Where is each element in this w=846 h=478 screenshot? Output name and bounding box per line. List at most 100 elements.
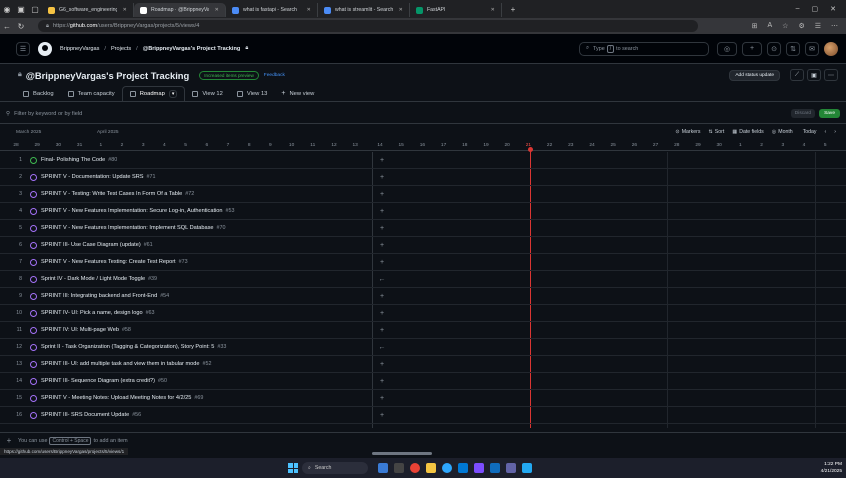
avatar[interactable] — [824, 41, 838, 56]
table-row[interactable]: 1 Final- Polishing The Code #80 — [0, 152, 846, 169]
crumb-project[interactable]: @BrippneyVargas's Project Tracking — [143, 46, 241, 52]
scroll-to-item-icon[interactable]: ← — [376, 271, 388, 288]
add-status-update-button[interactable]: Add status update — [729, 69, 780, 81]
favorite-icon[interactable]: ☆ — [782, 22, 788, 30]
item-title[interactable]: SPRINT III- SRS Document Update — [41, 412, 129, 418]
inbox-icon[interactable]: ✉ — [805, 41, 819, 56]
new-tab-button[interactable]: + — [506, 5, 520, 14]
add-dates-icon[interactable]: + — [376, 288, 388, 305]
item-title[interactable]: SPRINT III: Integrating backend and Fron… — [41, 293, 157, 299]
add-item-icon[interactable]: + — [0, 436, 18, 445]
preview-badge[interactable]: Increased items preview — [199, 70, 259, 80]
table-row[interactable]: 3 SPRINT V - Testing: Write Test Cases In… — [0, 186, 846, 203]
table-row[interactable]: 15 SPRINT V - Meeting Notes: Upload Meeti… — [0, 390, 846, 407]
edge-icon[interactable] — [442, 463, 452, 473]
scroll-to-item-icon[interactable]: ← — [376, 339, 388, 356]
add-dates-icon[interactable]: + — [376, 169, 388, 186]
vscode-icon[interactable] — [522, 463, 532, 473]
add-dates-icon[interactable]: + — [376, 373, 388, 390]
add-dates-icon[interactable]: + — [376, 390, 388, 407]
outlook-icon[interactable] — [490, 463, 500, 473]
add-dates-icon[interactable]: + — [376, 322, 388, 339]
add-dates-icon[interactable]: + — [376, 237, 388, 254]
item-title[interactable]: SPRINT IV: UI: Multi-page Web — [41, 327, 119, 333]
discard-button[interactable]: Discard — [790, 109, 816, 118]
browser-tab[interactable]: what is fastapi - Search ✕ — [226, 3, 318, 17]
feedback-link[interactable]: Feedback — [264, 73, 285, 78]
add-dates-icon[interactable]: + — [376, 254, 388, 271]
table-row[interactable]: 4 SPRINT V - New Features Implementation:… — [0, 203, 846, 220]
save-button[interactable]: Save — [819, 109, 840, 118]
back-button[interactable]: ← — [0, 22, 14, 31]
close-tab-icon[interactable]: ✕ — [393, 7, 403, 13]
issues-icon[interactable]: ⊙ — [767, 41, 781, 56]
chrome-icon[interactable] — [410, 463, 420, 473]
view-tab[interactable]: View 12 — [185, 86, 230, 101]
search-input[interactable]: ⌕ Type / to search — [579, 41, 709, 56]
system-clock[interactable]: 1:22 PM 4/21/2025 — [821, 461, 846, 475]
add-dates-icon[interactable]: + — [376, 305, 388, 322]
item-title[interactable]: SPRINT V - Documentation: Update SRS — [41, 174, 144, 180]
widgets-icon[interactable] — [378, 463, 388, 473]
tab-list-icon[interactable]: ▢ — [28, 5, 42, 14]
view-tab[interactable]: Backlog — [16, 86, 61, 101]
task-view-icon[interactable] — [394, 463, 404, 473]
add-item-footer[interactable]: + You can use Control + Space to add an … — [0, 432, 846, 448]
add-dates-icon[interactable]: + — [376, 407, 388, 424]
next-icon[interactable]: › — [834, 129, 836, 135]
favorites-bar-icon[interactable]: ☰ — [815, 22, 821, 30]
previous-icon[interactable]: ‹ — [825, 129, 827, 135]
item-title[interactable]: SPRINT III- Sequence Diagram (extra cred… — [41, 378, 155, 384]
layout-icon[interactable]: ▣ — [807, 69, 821, 81]
visual-studio-icon[interactable] — [474, 463, 484, 473]
add-dates-icon[interactable]: + — [376, 203, 388, 220]
table-row[interactable]: 10 SPRINT IV- UI: Pick a name, design log… — [0, 305, 846, 322]
filter-input[interactable]: ⚲ Filter by keyword or by field — [6, 111, 82, 117]
more-options-icon[interactable]: ⋯ — [824, 69, 838, 81]
view-tab[interactable]: + New view — [274, 86, 321, 101]
close-tab-icon[interactable]: ✕ — [301, 7, 311, 13]
table-row[interactable]: 16 SPRINT III- SRS Document Update #56 — [0, 407, 846, 424]
add-dates-icon[interactable]: + — [376, 152, 388, 169]
windows-start-icon[interactable] — [288, 463, 298, 473]
add-dates-icon[interactable]: + — [376, 220, 388, 237]
item-title[interactable]: SPRINT III- UI: add multiple task and vi… — [41, 361, 199, 367]
item-title[interactable]: Sprint IV - Dark Mode / Light Mode Toggl… — [41, 276, 145, 282]
more-icon[interactable]: ⋯ — [831, 22, 838, 30]
crumb-user[interactable]: BrippneyVargas — [60, 46, 99, 52]
browser-tab[interactable]: what is streamlit - Search ✕ — [318, 3, 410, 17]
roadmap-tool-button[interactable]: ⇅ Sort — [708, 129, 724, 135]
minimize-icon[interactable]: – — [796, 5, 800, 13]
item-title[interactable]: SPRINT V - Testing: Write Test Cases In … — [41, 191, 182, 197]
refresh-button[interactable]: ↻ — [14, 22, 28, 31]
browser-tab[interactable]: FastAPI ✕ — [410, 3, 502, 17]
read-aloud-icon[interactable]: A — [767, 22, 772, 30]
menu-button[interactable]: ☰ — [16, 41, 30, 56]
item-title[interactable]: Final- Polishing The Code — [41, 157, 105, 163]
item-title[interactable]: Sprint II - Task Organization (Tagging &… — [41, 344, 214, 350]
browser-tab[interactable]: G6_software_engineering - Goo...✕ — [42, 3, 134, 17]
profile-icon[interactable]: ◉ — [0, 5, 14, 14]
file-explorer-icon[interactable] — [426, 463, 436, 473]
copilot-icon[interactable]: ◎ — [717, 41, 737, 56]
table-row[interactable]: 5 SPRINT V - New Features Implementation:… — [0, 220, 846, 237]
table-row[interactable]: 6 SPRINT III- Use Case Diagram (update) #6… — [0, 237, 846, 254]
add-dates-icon[interactable]: + — [376, 186, 388, 203]
close-window-icon[interactable]: ✕ — [830, 5, 836, 13]
item-title[interactable]: SPRINT V - New Features Testing: Create … — [41, 259, 176, 265]
table-row[interactable]: 2 SPRINT V - Documentation: Update SRS #71 — [0, 169, 846, 186]
pull-requests-icon[interactable]: ⇅ — [786, 41, 800, 56]
url-input[interactable]: 🔒︎ https://github.com/users/BrippneyVarg… — [38, 20, 698, 32]
view-tab[interactable]: Team capacity — [61, 86, 122, 101]
horizontal-scrollbar[interactable] — [372, 452, 432, 455]
app-icon[interactable]: ⊞ — [752, 22, 758, 30]
item-title[interactable]: SPRINT V - New Features Implementation: … — [41, 225, 214, 231]
add-dates-icon[interactable]: + — [376, 356, 388, 373]
roadmap-tool-button[interactable]: ⊙ Markers — [675, 129, 700, 135]
close-tab-icon[interactable]: ✕ — [209, 7, 219, 13]
extensions-icon[interactable]: ⚙ — [798, 22, 804, 30]
roadmap-tool-button[interactable]: Today — [801, 129, 817, 135]
table-row[interactable]: 12 Sprint II - Task Organization (Tagging… — [0, 339, 846, 356]
item-title[interactable]: SPRINT V - New Features Implementation: … — [41, 208, 222, 214]
store-icon[interactable] — [458, 463, 468, 473]
